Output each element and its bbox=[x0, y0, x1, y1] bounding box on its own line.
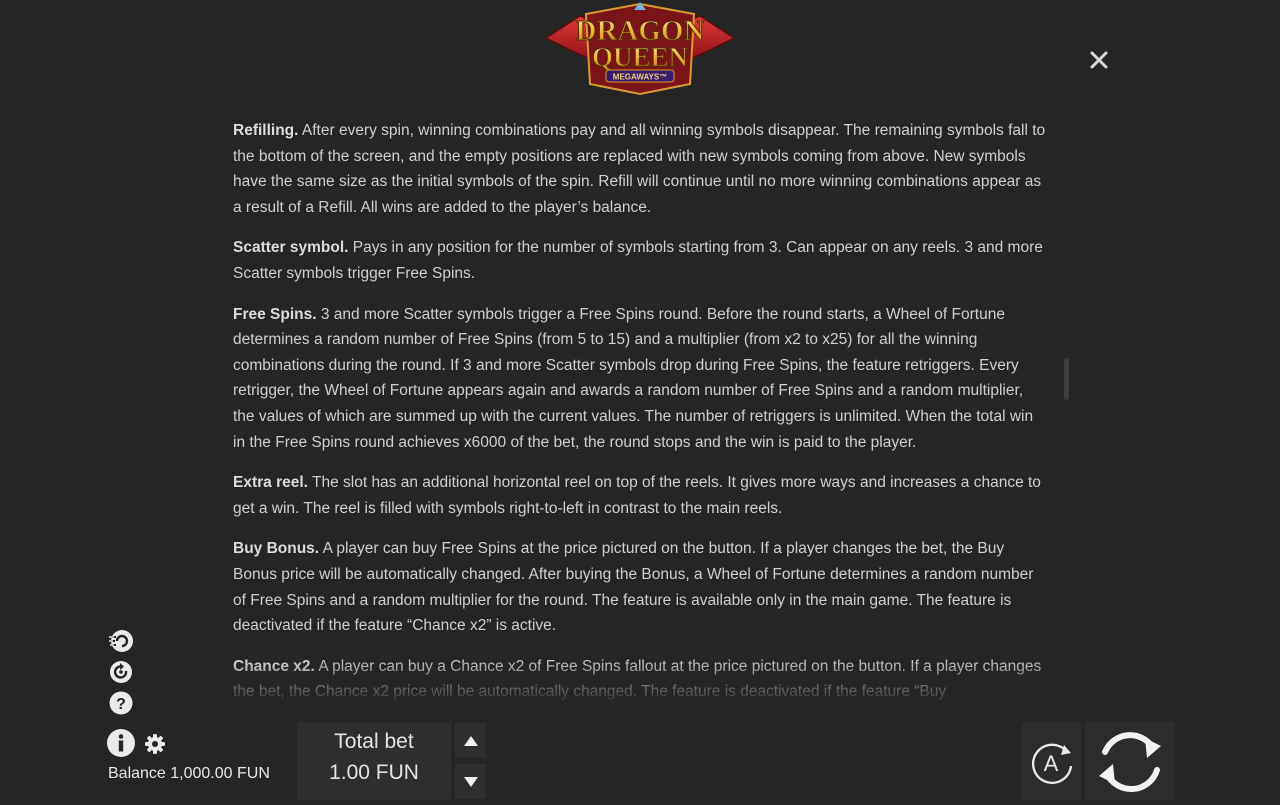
rule-text: A player can buy Free Spins at the price… bbox=[233, 540, 1034, 635]
total-bet-label: Total bet bbox=[334, 730, 414, 753]
info-icon bbox=[107, 729, 135, 757]
logo-line3: MEGAWAYS™ bbox=[613, 73, 667, 82]
rule-paragraph-chance-x2: Chance x2. A player can buy a Chance x2 … bbox=[233, 654, 1048, 700]
close-button[interactable] bbox=[1086, 47, 1112, 73]
rule-paragraph-buy-bonus: Buy Bonus. A player can buy Free Spins a… bbox=[233, 536, 1048, 638]
help-icon: ? bbox=[109, 691, 133, 715]
autoplay-icon: A bbox=[1031, 743, 1073, 784]
autoplay-label: A bbox=[1044, 751, 1059, 776]
rule-title: Extra reel. bbox=[233, 474, 308, 492]
rule-text: 3 and more Scatter symbols trigger a Fre… bbox=[233, 305, 1034, 451]
spin-button[interactable] bbox=[1085, 722, 1175, 800]
bet-decrease-button[interactable] bbox=[455, 764, 486, 799]
rule-title: Free Spins. bbox=[233, 305, 317, 323]
arrow-up-icon bbox=[464, 736, 478, 746]
svg-text:?: ? bbox=[116, 696, 126, 713]
info-button[interactable] bbox=[106, 728, 136, 758]
game-logo: DRAGON QUEEN MEGAWAYS™ bbox=[540, 2, 740, 98]
rule-text: The slot has an additional horizontal re… bbox=[233, 474, 1041, 517]
rule-paragraph-extra-reel: Extra reel. The slot has an additional h… bbox=[233, 470, 1048, 521]
autoplay-button[interactable]: A bbox=[1021, 722, 1081, 800]
balance-display: Balance 1,000.00 FUN bbox=[108, 765, 270, 782]
rule-paragraph-scatter: Scatter symbol. Pays in any position for… bbox=[233, 235, 1048, 286]
history-button[interactable] bbox=[108, 659, 134, 685]
rule-title: Refilling. bbox=[233, 122, 299, 139]
rules-content[interactable]: Refilling. After every spin, winning com… bbox=[233, 118, 1048, 700]
turbo-spin-button[interactable] bbox=[108, 628, 134, 654]
turbo-spin-icon bbox=[109, 630, 133, 652]
settings-button[interactable] bbox=[144, 733, 166, 755]
spin-icon bbox=[1099, 732, 1161, 793]
close-icon bbox=[1090, 51, 1108, 69]
total-bet-value: 1.00 FUN bbox=[329, 761, 419, 784]
logo-line2: QUEEN bbox=[592, 42, 689, 72]
rule-paragraph-free-spins: Free Spins. 3 and more Scatter symbols t… bbox=[233, 302, 1048, 456]
rule-title: Buy Bonus. bbox=[233, 540, 320, 558]
rule-paragraph-refilling: Refilling. After every spin, winning com… bbox=[233, 118, 1048, 220]
rule-text: A player can buy a Chance x2 of Free Spi… bbox=[233, 657, 1042, 700]
rule-text: Pays in any position for the number of s… bbox=[233, 239, 1043, 282]
arrow-down-icon bbox=[464, 777, 478, 787]
rule-title: Scatter symbol. bbox=[233, 239, 349, 257]
scrollbar-thumb[interactable] bbox=[1064, 358, 1069, 400]
rule-text: After every spin, winning combinations p… bbox=[233, 122, 1046, 216]
history-icon bbox=[110, 661, 132, 683]
total-bet-panel: Total bet 1.00 FUN bbox=[297, 722, 451, 800]
help-button[interactable]: ? bbox=[108, 690, 134, 716]
gear-icon bbox=[145, 734, 165, 754]
bet-increase-button[interactable] bbox=[455, 723, 486, 758]
rule-title: Chance x2. bbox=[233, 657, 315, 675]
